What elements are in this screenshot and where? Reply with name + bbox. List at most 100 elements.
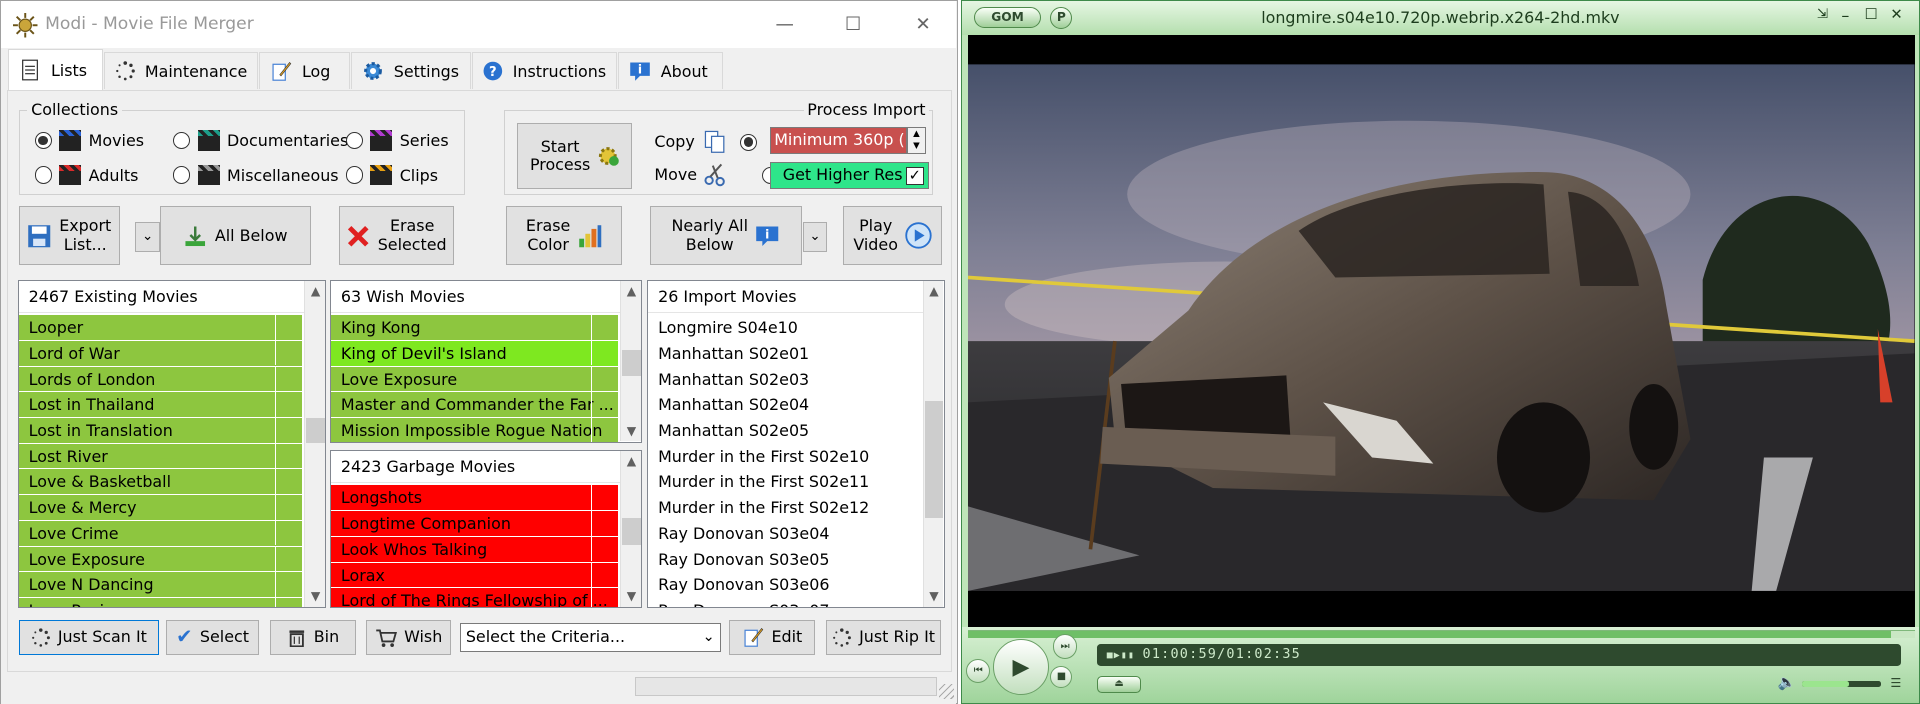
list-item[interactable]: Longshots: [331, 485, 618, 512]
list-item[interactable]: Manhattan S02e01: [648, 341, 921, 367]
list-item[interactable]: Lost River: [18, 443, 302, 470]
erase-color-button[interactable]: Erase Color: [506, 206, 622, 266]
tab-instructions[interactable]: ? Instructions: [472, 52, 617, 90]
list-item[interactable]: Ray Donovan S03e04: [648, 521, 921, 547]
list-item[interactable]: King Kong: [331, 315, 618, 341]
list-item[interactable]: Look Whos Talking: [331, 536, 618, 563]
list-item[interactable]: Manhattan S02e03: [648, 367, 921, 393]
import-movies-list[interactable]: 26 Import Movies Longmire S04e10 Manhatta…: [647, 279, 945, 609]
higher-res-checkbox-row[interactable]: Get Higher Res ✓: [769, 162, 929, 190]
list-item[interactable]: Manhattan S02e05: [648, 418, 921, 444]
wish-button[interactable]: Wish: [365, 620, 452, 655]
list-item[interactable]: Lorax: [331, 562, 618, 589]
tab-lists[interactable]: Lists: [8, 48, 103, 91]
maximize-button[interactable]: ☐: [1865, 6, 1878, 23]
list-item[interactable]: Love Exposure: [18, 546, 302, 573]
radio-button[interactable]: [173, 166, 191, 184]
list-item[interactable]: Ray Donovan S03e05: [648, 547, 921, 573]
eject-button[interactable]: ⏏: [1096, 675, 1141, 693]
chevron-down-icon[interactable]: ▼: [621, 586, 641, 607]
collection-clips[interactable]: Clips: [345, 164, 438, 186]
list-item[interactable]: Lost in Thailand: [18, 392, 302, 419]
list-item[interactable]: Mission Impossible Rogue Nation: [331, 418, 618, 442]
scrollbar[interactable]: ▲ ▼: [922, 280, 944, 607]
erase-selected-button[interactable]: Erase Selected: [338, 206, 454, 266]
seek-bar[interactable]: [968, 630, 1915, 638]
list-item[interactable]: Love Crime: [18, 520, 302, 547]
all-below-button[interactable]: All Below: [159, 206, 311, 266]
list-item[interactable]: Master and Commander the Far ...: [331, 392, 618, 419]
export-dropdown-button[interactable]: ⌄: [135, 222, 160, 252]
tab-maintenance[interactable]: Maintenance: [103, 52, 259, 90]
menu-icon[interactable]: ☰: [1890, 676, 1901, 690]
radio-button[interactable]: [345, 132, 363, 150]
next-button[interactable]: ⏭: [1052, 634, 1078, 659]
speaker-icon[interactable]: 🔈: [1778, 673, 1796, 691]
list-item[interactable]: Murder in the First S02e11: [648, 469, 921, 496]
list-item[interactable]: Looper: [18, 315, 302, 341]
close-button[interactable]: ✕: [1890, 6, 1902, 23]
chevron-up-icon[interactable]: ▲: [621, 451, 641, 472]
tab-about[interactable]: i About: [618, 52, 724, 90]
list-item[interactable]: Longtime Companion: [331, 511, 618, 537]
close-button[interactable]: ✕: [905, 11, 942, 38]
garbage-movies-list[interactable]: 2423 Garbage Movies Longshots Longtime Co…: [330, 450, 643, 609]
copy-radio[interactable]: [740, 133, 758, 152]
list-item[interactable]: Love N Dancing: [18, 572, 302, 598]
chevron-down-icon[interactable]: ▼: [305, 586, 325, 607]
nearly-all-below-button[interactable]: Nearly All Below i: [649, 206, 802, 266]
scrollbar[interactable]: ▲ ▼: [304, 280, 325, 607]
list-item[interactable]: Ray Donovan S03e06: [648, 572, 921, 598]
list-item[interactable]: Murder in the First S02e12: [648, 495, 921, 521]
volume-slider[interactable]: [1802, 680, 1881, 687]
list-item[interactable]: Lords of London: [18, 366, 302, 393]
list-item[interactable]: Lord of War: [18, 340, 302, 367]
criteria-select[interactable]: Select the Criteria... ⌄: [459, 622, 721, 653]
scroll-thumb[interactable]: [924, 400, 944, 519]
previous-button[interactable]: ⏮: [965, 658, 991, 684]
collection-adults[interactable]: Adults: [34, 164, 138, 186]
start-process-button[interactable]: Start Process: [517, 122, 633, 190]
collection-movies[interactable]: Movies: [34, 130, 144, 152]
chevron-up-icon[interactable]: ▲: [305, 281, 325, 302]
resize-grip-icon[interactable]: [938, 684, 954, 699]
stop-button[interactable]: ■: [1050, 665, 1073, 688]
scrollbar[interactable]: ▲ ▼: [620, 280, 641, 442]
list-item[interactable]: Love Rosie: [18, 597, 302, 608]
list-item[interactable]: Love & Basketball: [18, 469, 302, 496]
scroll-thumb[interactable]: [622, 349, 641, 377]
list-item[interactable]: Manhattan S02e04: [648, 392, 921, 419]
play-button[interactable]: ▶: [992, 638, 1050, 696]
min-resolution-spinner[interactable]: ▲ ▼: [906, 126, 927, 154]
scrollbar[interactable]: ▲ ▼: [620, 451, 641, 607]
list-item[interactable]: Ray Donovan S03e07: [648, 598, 920, 607]
edit-button[interactable]: Edit: [729, 620, 816, 655]
list-item[interactable]: Lord of The Rings Fellowship of ...: [331, 588, 618, 608]
video-frame[interactable]: [968, 35, 1915, 627]
scroll-thumb[interactable]: [306, 418, 325, 443]
list-item[interactable]: Longmire S04e10: [648, 315, 921, 341]
chevron-down-icon[interactable]: ▼: [621, 421, 641, 442]
export-list-button[interactable]: Export List...: [19, 206, 120, 266]
min-resolution-field[interactable]: Minimum 360p (nH: [769, 126, 907, 154]
list-item[interactable]: Love Exposure: [331, 366, 618, 393]
chevron-up-icon[interactable]: ▲: [924, 281, 944, 302]
list-item[interactable]: Lost in Translation: [18, 418, 302, 444]
tab-log[interactable]: Log: [259, 52, 350, 90]
radio-button[interactable]: [34, 132, 52, 150]
chevron-down-icon[interactable]: ▼: [924, 586, 944, 607]
checkbox-checked-icon[interactable]: ✓: [905, 166, 925, 186]
radio-button[interactable]: [34, 166, 52, 184]
existing-movies-list[interactable]: 2467 Existing Movies Looper Lord of War Lo…: [17, 279, 327, 609]
minimize-button[interactable]: –: [1841, 6, 1849, 25]
radio-button[interactable]: [345, 166, 363, 184]
wish-movies-list[interactable]: 63 Wish Movies King Kong King of Devil's …: [330, 279, 643, 443]
collection-documentaries[interactable]: Documentaries: [173, 130, 348, 152]
just-scan-it-button[interactable]: Just Scan It: [19, 620, 159, 655]
play-video-button[interactable]: Play Video: [843, 206, 943, 266]
tab-settings[interactable]: Settings: [351, 52, 472, 90]
chevron-up-icon[interactable]: ▲: [621, 281, 641, 302]
nearly-all-dropdown-button[interactable]: ⌄: [802, 222, 828, 252]
radio-button[interactable]: [173, 132, 191, 150]
just-rip-it-button[interactable]: Just Rip It: [826, 620, 942, 655]
